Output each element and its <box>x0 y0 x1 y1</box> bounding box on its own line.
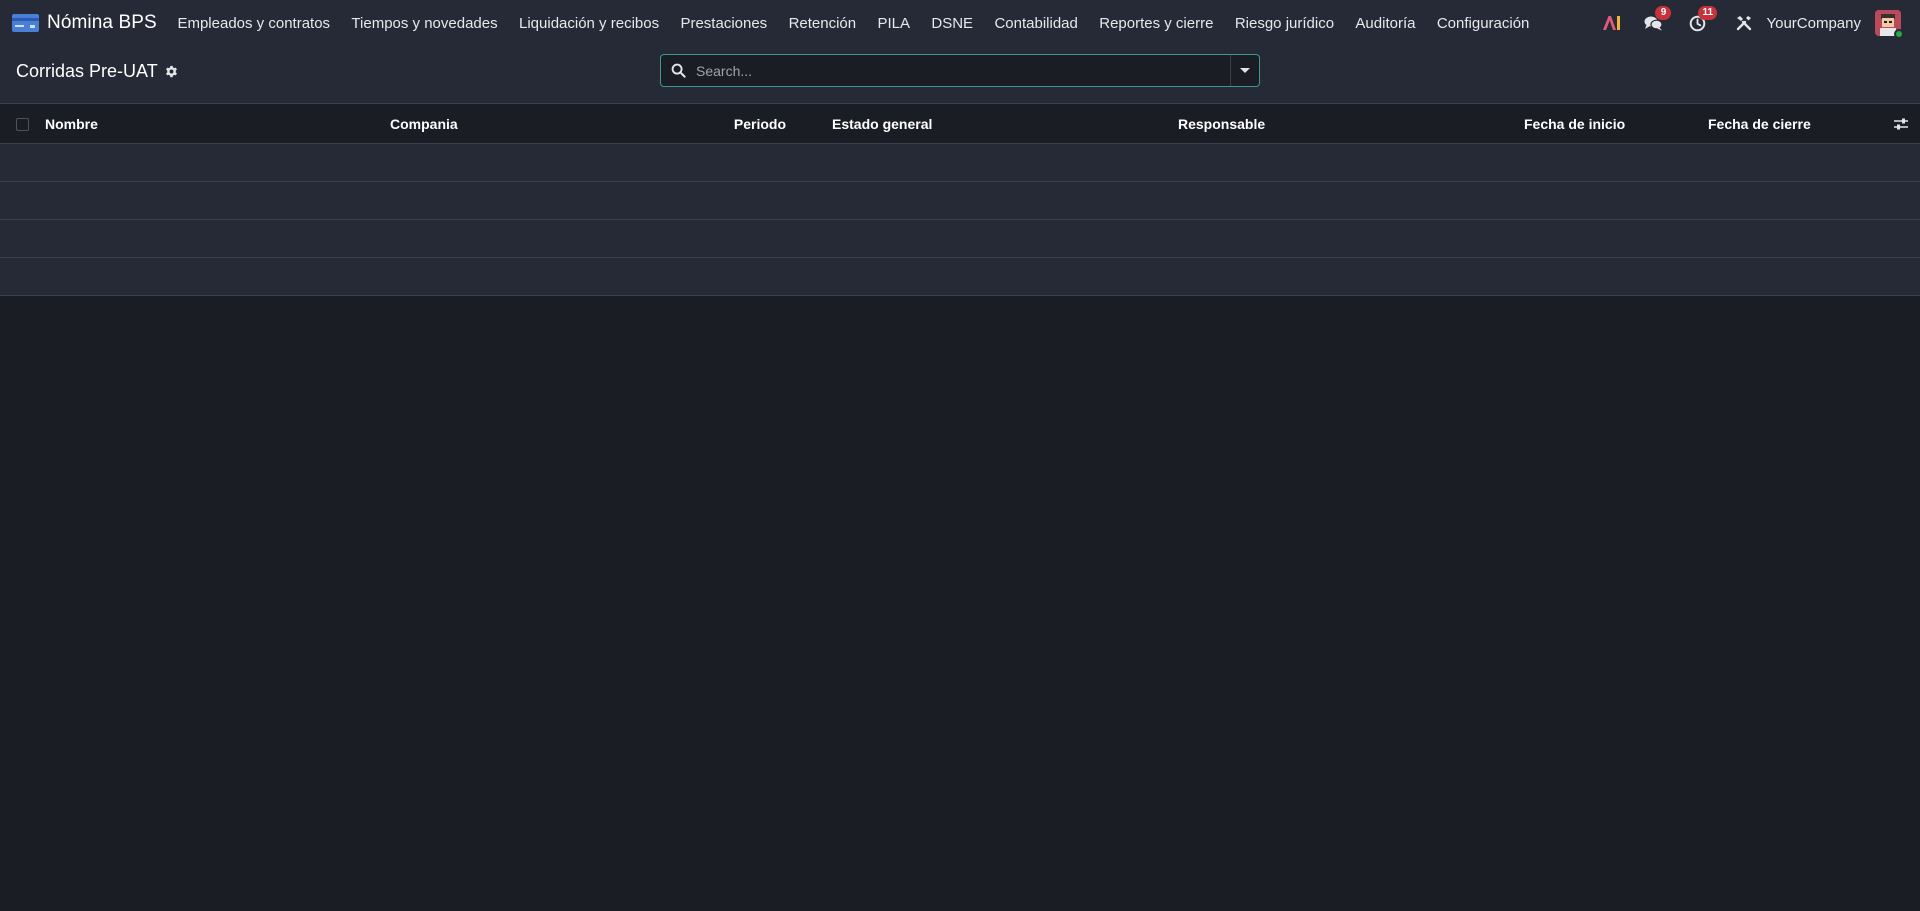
menu-item-liquidacion[interactable]: Liquidación y recibos <box>508 0 669 46</box>
search-bar <box>660 54 1260 87</box>
caret-down-icon <box>1240 68 1250 73</box>
page-title: Corridas Pre-UAT <box>16 61 158 81</box>
app-brand[interactable]: Nómina BPS <box>12 12 157 34</box>
search-options-toggle[interactable] <box>1230 55 1259 86</box>
table-row <box>0 144 1920 182</box>
column-header-fecha-cierre[interactable]: Fecha de cierre <box>1708 105 1811 144</box>
messages-button[interactable]: 9 <box>1644 6 1672 31</box>
column-header-compania[interactable]: Compania <box>390 105 458 144</box>
menu-item-riesgo[interactable]: Riesgo jurídico <box>1224 0 1345 46</box>
menu-item-empleados[interactable]: Empleados y contratos <box>167 0 341 46</box>
control-panel: Corridas Pre-UAT <box>0 46 1920 104</box>
sliders-icon[interactable] <box>1893 117 1909 131</box>
table-row <box>0 258 1920 296</box>
menu-item-auditoria[interactable]: Auditoría <box>1345 0 1426 46</box>
ai-button[interactable] <box>1602 15 1622 31</box>
column-header-periodo[interactable]: Periodo <box>734 105 786 144</box>
menu-item-prestaciones[interactable]: Prestaciones <box>670 0 778 46</box>
menu-item-tiempos[interactable]: Tiempos y novedades <box>341 0 509 46</box>
menu-item-configuracion[interactable]: Configuración <box>1426 0 1540 46</box>
search-input[interactable] <box>686 55 1230 86</box>
avatar <box>1875 10 1904 39</box>
activities-badge: 11 <box>1698 5 1718 20</box>
table-row <box>0 182 1920 220</box>
menu-item-retencion[interactable]: Retención <box>778 0 867 46</box>
menu-item-dsne[interactable]: DSNE <box>921 0 984 46</box>
table-row <box>0 220 1920 258</box>
main-menu: Empleados y contratos Tiempos y novedade… <box>167 0 1540 46</box>
activities-button[interactable]: 11 <box>1689 5 1718 32</box>
systray: 9 11 YourCompany <box>1602 0 1920 46</box>
credit-card-icon <box>12 14 39 32</box>
list-header: Nombre Compania Periodo Estado general R… <box>0 105 1920 144</box>
column-header-responsable[interactable]: Responsable <box>1178 105 1265 144</box>
app-name: Nómina BPS <box>47 12 157 33</box>
column-header-nombre[interactable]: Nombre <box>45 105 98 144</box>
search-icon <box>671 63 686 78</box>
menu-item-reportes[interactable]: Reportes y cierre <box>1089 0 1225 46</box>
presence-indicator <box>1894 29 1904 39</box>
tools-icon <box>1737 16 1752 31</box>
messages-badge: 9 <box>1655 6 1672 20</box>
list-view: Nombre Compania Periodo Estado general R… <box>0 105 1920 296</box>
select-all-checkbox[interactable] <box>16 118 29 131</box>
company-name: YourCompany <box>1766 14 1861 32</box>
debug-tools-button[interactable] <box>1736 15 1752 31</box>
menu-item-contabilidad[interactable]: Contabilidad <box>984 0 1089 46</box>
user-menu[interactable] <box>1875 10 1904 39</box>
ai-icon <box>1603 16 1621 30</box>
main-navbar: Nómina BPS Empleados y contratos Tiempos… <box>0 0 1920 46</box>
menu-item-pila[interactable]: PILA <box>867 0 921 46</box>
gear-icon[interactable] <box>165 65 178 78</box>
company-switcher[interactable]: YourCompany <box>1766 15 1861 32</box>
column-header-fecha-inicio[interactable]: Fecha de inicio <box>1524 105 1625 144</box>
column-header-estado-general[interactable]: Estado general <box>832 105 932 144</box>
breadcrumb: Corridas Pre-UAT <box>16 61 178 82</box>
